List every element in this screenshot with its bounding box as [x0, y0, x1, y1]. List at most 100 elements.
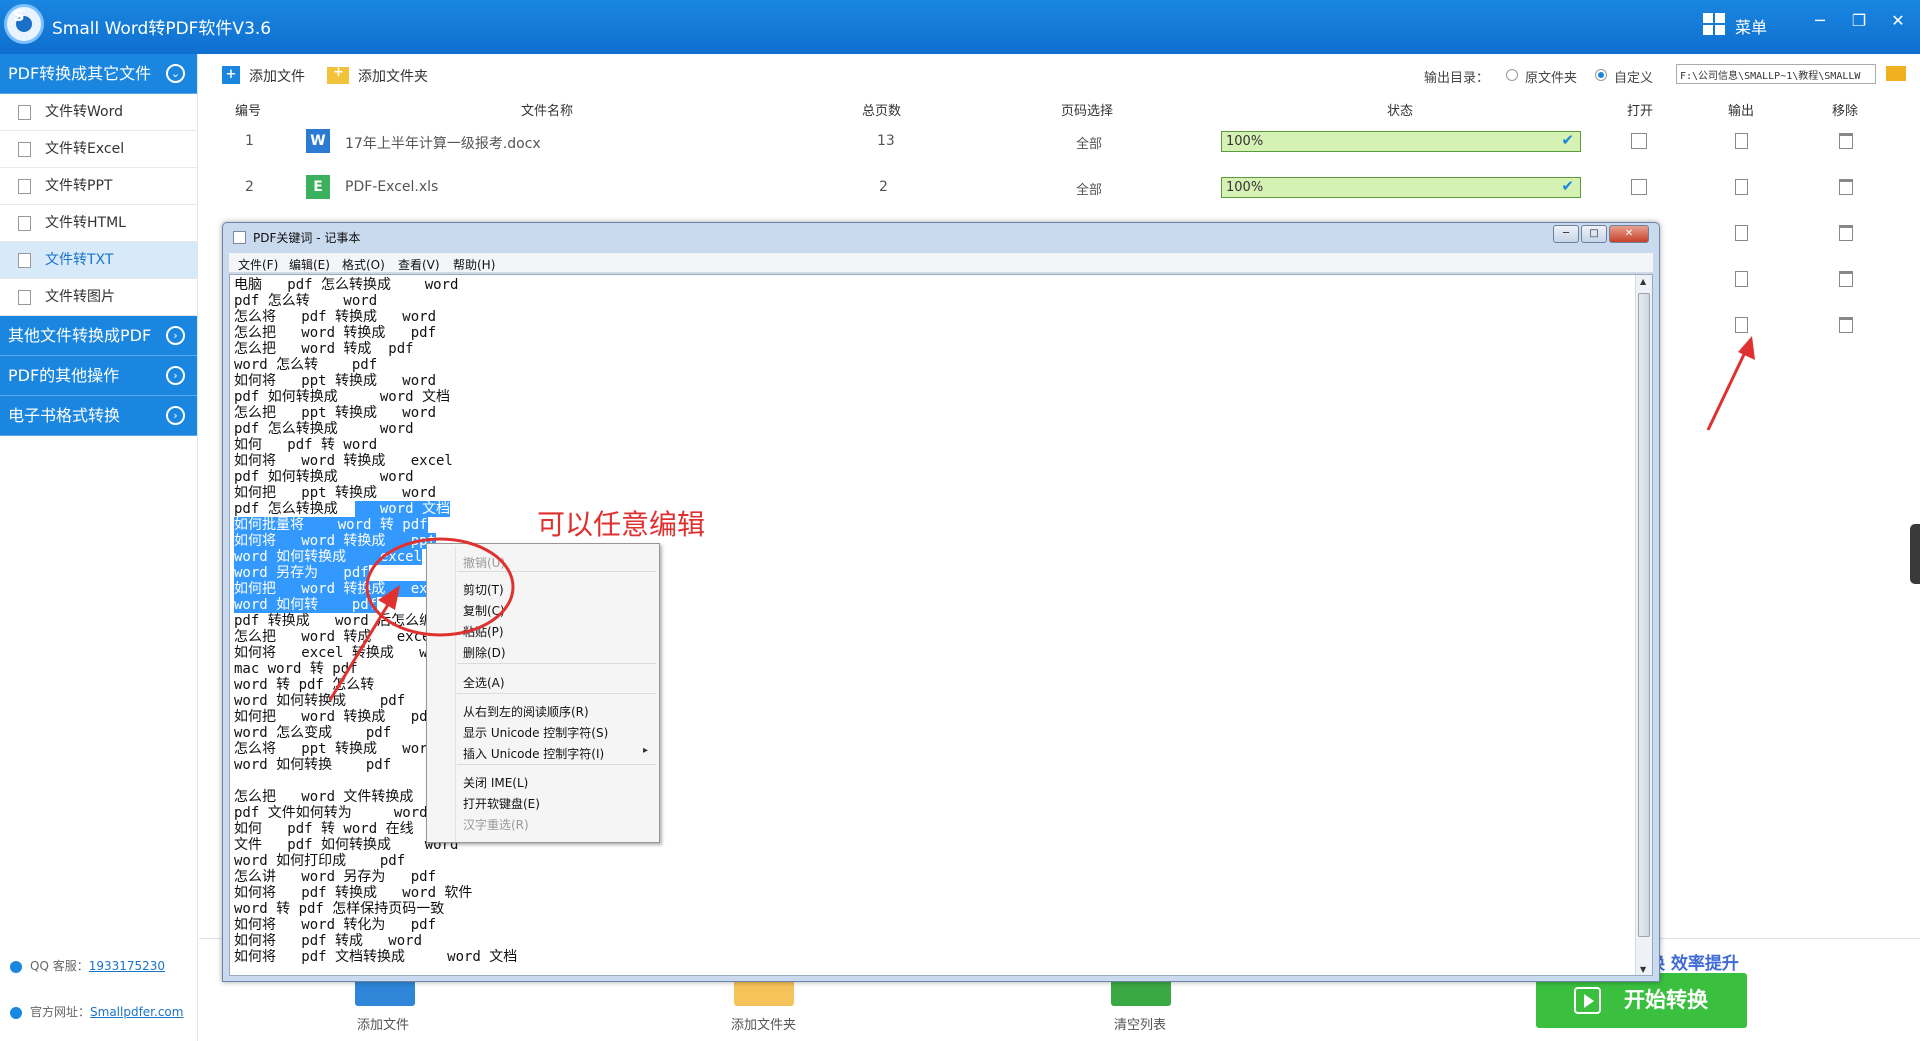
sidebar-item-to-excel[interactable]: 文件转Excel: [0, 131, 197, 168]
notepad-close-button[interactable]: ✕: [1609, 225, 1649, 243]
txt-file-icon: [18, 253, 31, 268]
output-icon[interactable]: [1735, 317, 1748, 333]
sidebar-section-ebook[interactable]: 电子书格式转换 ›: [0, 396, 197, 436]
add-file-icon[interactable]: +: [222, 66, 240, 84]
sidebar-item-to-word[interactable]: 文件转Word: [0, 94, 197, 131]
page-range[interactable]: 全部: [1076, 133, 1102, 152]
notepad-line: word 如何打印成 pdf: [234, 853, 406, 869]
ctx-insert-unicode[interactable]: 插入 Unicode 控制字符(I): [463, 745, 604, 762]
sidebar-item-to-ppt[interactable]: 文件转PPT: [0, 168, 197, 205]
menu-help[interactable]: 帮助(H): [453, 256, 495, 273]
html-file-icon: [18, 216, 31, 231]
sidebar-item-label: 文件转TXT: [45, 252, 114, 268]
add-file-button[interactable]: 添加文件: [249, 66, 305, 86]
sidebar-item-to-txt[interactable]: 文件转TXT: [0, 242, 197, 279]
radio-original-folder[interactable]: [1506, 69, 1518, 81]
ctx-delete[interactable]: 删除(D): [463, 644, 506, 661]
ctx-reconvert[interactable]: 汉字重选(R): [463, 816, 529, 833]
section-label: 电子书格式转换: [8, 406, 121, 425]
ctx-rtl[interactable]: 从右到左的阅读顺序(R): [463, 703, 589, 720]
minimize-button[interactable]: ─: [1806, 9, 1834, 33]
ppt-file-icon: [18, 179, 31, 194]
col-status: 状态: [1387, 104, 1414, 119]
col-pages: 总页数: [862, 104, 902, 119]
ctx-show-unicode[interactable]: 显示 Unicode 控制字符(S): [463, 724, 608, 741]
check-icon: ✔: [1561, 177, 1574, 195]
output-icon[interactable]: [1735, 133, 1748, 149]
check-icon: ✔: [1561, 131, 1574, 149]
bottom-clear-list-label[interactable]: 清空列表: [1114, 1014, 1166, 1033]
vertical-scrollbar[interactable]: ▲ ▼: [1635, 275, 1652, 975]
edge-handle[interactable]: [1910, 524, 1920, 584]
table-row[interactable]: 1 W 17年上半年计算一级报考.docx 13 全部 100% ✔: [199, 119, 1920, 165]
qq-label: QQ 客服：: [30, 959, 89, 973]
bottom-add-folder-label[interactable]: 添加文件夹: [731, 1014, 796, 1033]
menu-view[interactable]: 查看(V): [398, 256, 440, 273]
scroll-thumb[interactable]: [1638, 293, 1650, 937]
menu-format[interactable]: 格式(O): [342, 256, 385, 273]
col-name: 文件名称: [521, 104, 574, 119]
menu-edit[interactable]: 编辑(E): [289, 256, 330, 273]
qq-link[interactable]: 1933175230: [89, 959, 165, 973]
ctx-select-all[interactable]: 全选(A): [463, 674, 505, 691]
output-icon[interactable]: [1735, 225, 1748, 241]
col-remove: 移除: [1832, 104, 1859, 119]
menu-file[interactable]: 文件(F): [238, 256, 278, 273]
ctx-cut[interactable]: 剪切(T): [463, 581, 504, 598]
notepad-maximize-button[interactable]: □: [1581, 225, 1607, 243]
notepad-line: 怎么讲 word 另存为 pdf: [234, 869, 437, 885]
notepad-line: 如何将 ppt 转换成 word: [234, 373, 437, 389]
restore-button[interactable]: ❐: [1845, 9, 1873, 33]
add-folder-button[interactable]: 添加文件夹: [358, 66, 428, 86]
sidebar-section-other-to-pdf[interactable]: 其他文件转换成PDF ›: [0, 316, 197, 356]
radio-custom-folder[interactable]: [1595, 69, 1607, 81]
output-dir-label: 输出目录：: [1424, 71, 1490, 86]
sidebar-item-to-html[interactable]: 文件转HTML: [0, 205, 197, 242]
trash-icon[interactable]: [1839, 317, 1853, 333]
col-output: 输出: [1728, 104, 1755, 119]
ctx-paste[interactable]: 粘贴(P): [463, 623, 504, 640]
ctx-separator: [457, 764, 656, 765]
sidebar: PDF转换成其它文件 ⌄ 文件转Word 文件转Excel 文件转PPT 文件转…: [0, 54, 198, 1041]
ctx-undo[interactable]: 撤销(U): [463, 554, 505, 571]
notepad-line: 如何把 ppt 转换成 word: [234, 485, 437, 501]
scroll-up-icon[interactable]: ▲: [1640, 277, 1646, 286]
scroll-down-icon[interactable]: ▼: [1640, 965, 1646, 974]
page-range[interactable]: 全部: [1076, 179, 1102, 198]
qq-support: QQ 客服：1933175230: [10, 957, 165, 974]
ctx-copy[interactable]: 复制(C): [463, 602, 505, 619]
notepad-minimize-button[interactable]: ─: [1553, 225, 1579, 243]
open-external-icon[interactable]: [1631, 179, 1647, 195]
browse-folder-icon[interactable]: [1886, 66, 1906, 81]
col-open: 打开: [1627, 104, 1654, 119]
site-label: 官方网址：: [30, 1005, 91, 1019]
output-icon[interactable]: [1735, 271, 1748, 287]
output-icon[interactable]: [1735, 179, 1748, 195]
table-header: 编号 文件名称 总页数 页码选择 状态 打开 输出 移除: [199, 97, 1920, 119]
menu-grid-icon[interactable]: [1703, 13, 1725, 35]
table-row[interactable]: 2 E PDF-Excel.xls 2 全部 100% ✔: [199, 165, 1920, 211]
open-external-icon[interactable]: [1631, 133, 1647, 149]
trash-icon[interactable]: [1839, 225, 1853, 241]
site-link[interactable]: Smallpdfer.com: [90, 1005, 183, 1019]
close-button[interactable]: ✕: [1884, 9, 1912, 33]
context-menu-gutter: [455, 546, 456, 842]
annotation-arrow-line-right: [1706, 345, 1750, 431]
ctx-soft-keyboard[interactable]: 打开软键盘(E): [463, 795, 540, 812]
trash-icon[interactable]: [1839, 179, 1853, 195]
ctx-separator: [457, 571, 656, 572]
sidebar-section-pdf-other-ops[interactable]: PDF的其他操作 ›: [0, 356, 197, 396]
trash-icon[interactable]: [1839, 271, 1853, 287]
add-folder-icon[interactable]: [327, 65, 349, 84]
trash-icon[interactable]: [1839, 133, 1853, 149]
bottom-add-file-label[interactable]: 添加文件: [357, 1014, 409, 1033]
sidebar-section-pdf-to-other[interactable]: PDF转换成其它文件 ⌄: [0, 54, 197, 94]
sidebar-item-to-image[interactable]: 文件转图片: [0, 279, 197, 316]
menu-button[interactable]: 菜单: [1735, 14, 1767, 38]
notepad-menubar: 文件(F) 编辑(E) 格式(O) 查看(V) 帮助(H): [229, 253, 1653, 273]
progress-bar: 100% ✔: [1221, 131, 1581, 152]
ctx-separator: [457, 663, 656, 664]
chevron-right-icon: ›: [166, 326, 185, 345]
output-path-field[interactable]: F:\公司信息\SMALLP~1\教程\SMALLW: [1676, 64, 1876, 84]
ctx-close-ime[interactable]: 关闭 IME(L): [463, 774, 528, 791]
